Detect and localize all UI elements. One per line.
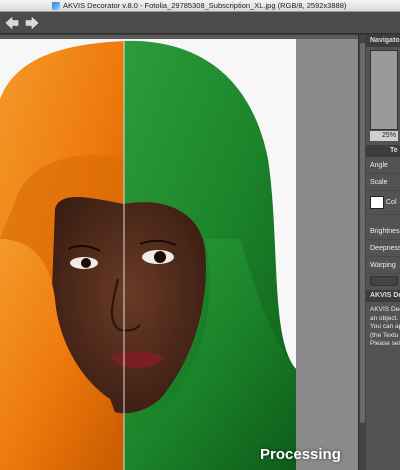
settings-panel: Navigator 25% Te Angle Scale Col Brightn… bbox=[366, 35, 400, 470]
arrow-left-icon bbox=[5, 16, 19, 30]
info-line: You can ap bbox=[370, 323, 400, 330]
app-icon bbox=[52, 2, 60, 10]
image-canvas[interactable] bbox=[0, 39, 296, 470]
window-title: AKVIS Decorator v.8.0 - Fotolia_29785308… bbox=[63, 1, 347, 10]
angle-row[interactable]: Angle bbox=[366, 157, 400, 174]
canvas-background bbox=[296, 39, 358, 470]
brightness-row[interactable]: Brightness bbox=[366, 223, 400, 240]
info-line: (the Textu bbox=[370, 331, 399, 339]
color-swatch[interactable] bbox=[370, 196, 384, 209]
canvas-area[interactable] bbox=[0, 35, 358, 470]
info-line: AKVIS Dec bbox=[370, 306, 400, 313]
undo-button[interactable] bbox=[4, 15, 20, 31]
scrollbar-thumb[interactable] bbox=[360, 43, 365, 423]
arrow-right-icon bbox=[25, 16, 39, 30]
toolbar bbox=[0, 12, 400, 34]
redo-button[interactable] bbox=[24, 15, 40, 31]
deepness-row[interactable]: Deepness bbox=[366, 240, 400, 257]
color-row[interactable]: Col bbox=[366, 191, 400, 215]
color-label: Col bbox=[386, 199, 397, 206]
info-line: Please sele bbox=[370, 340, 400, 347]
texture-section-header: Te bbox=[366, 145, 400, 157]
empty-field[interactable] bbox=[370, 276, 398, 286]
zoom-field[interactable]: 25% bbox=[370, 131, 398, 141]
navigator-header: Navigator bbox=[366, 35, 400, 47]
info-header: AKVIS Deco bbox=[366, 290, 400, 302]
scale-row[interactable]: Scale bbox=[366, 174, 400, 191]
navigator-preview[interactable] bbox=[370, 50, 398, 130]
processing-label: Processing bbox=[260, 446, 341, 463]
vertical-scrollbar[interactable] bbox=[358, 35, 366, 470]
title-bar: AKVIS Decorator v.8.0 - Fotolia_29785308… bbox=[0, 0, 400, 12]
portrait-image bbox=[0, 39, 296, 470]
info-line: an object. bbox=[370, 314, 399, 322]
warping-row[interactable]: Warping bbox=[366, 257, 400, 274]
